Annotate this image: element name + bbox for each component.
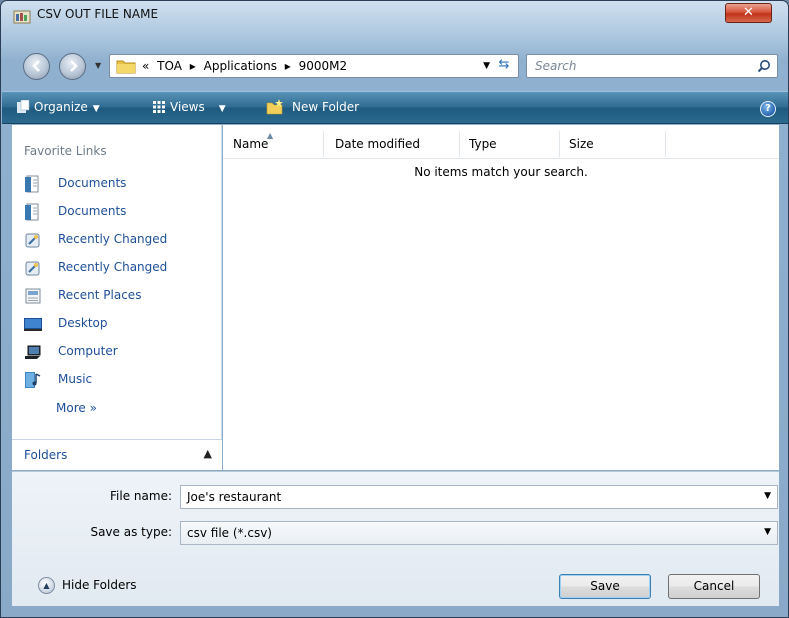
sidebar-item-documents[interactable]: Documents [24, 201, 220, 223]
file-name-label: File name: [110, 489, 172, 503]
sidebar-item-label: Computer [58, 344, 118, 358]
save-as-type-label: Save as type: [90, 525, 172, 539]
address-bar[interactable]: « TOA ▸ Applications ▸ 9000M2 ▼ ⇆ [109, 54, 519, 78]
documents-icon [25, 175, 39, 193]
back-arrow-icon [32, 60, 40, 72]
search-icon[interactable] [757, 59, 771, 73]
breadcrumb-9000m2[interactable]: 9000M2 [299, 59, 348, 73]
close-button[interactable]: ✕ [725, 3, 772, 23]
sidebar-item-computer[interactable]: Computer [24, 341, 220, 363]
save-as-type-select[interactable]: csv file (*.csv) ▼ [180, 521, 778, 545]
column-divider[interactable] [559, 131, 560, 157]
breadcrumb-separator[interactable]: ▸ [190, 59, 196, 73]
column-header-type[interactable]: Type [469, 137, 497, 151]
sidebar-item-recently-changed[interactable]: Recently Changed [24, 229, 220, 251]
address-dropdown-icon[interactable]: ▼ [483, 61, 490, 71]
title-bar[interactable]: CSV OUT FILE NAME ✕ [1, 1, 788, 33]
sidebar-item-label: Recently Changed [58, 260, 168, 274]
column-divider[interactable] [459, 131, 460, 157]
column-header-size[interactable]: Size [569, 137, 594, 151]
new-folder-icon [266, 99, 283, 115]
hide-folders-label: Hide Folders [62, 578, 137, 592]
breadcrumb-applications[interactable]: Applications [204, 59, 277, 73]
sidebar-item-desktop[interactable]: Desktop [24, 313, 220, 335]
file-name-value[interactable]: Joe's restaurant [187, 490, 281, 504]
search-box[interactable]: Search [526, 54, 778, 78]
forward-button[interactable] [59, 53, 86, 80]
recent-places-icon [25, 288, 41, 304]
recent-pages-dropdown[interactable]: ▼ [95, 61, 101, 70]
app-icon [13, 10, 31, 24]
new-folder-button[interactable]: New Folder [292, 100, 359, 114]
sidebar-item-label: Recently Changed [58, 232, 168, 246]
chevron-down-icon[interactable]: ▼ [764, 527, 771, 537]
views-icon [153, 101, 165, 113]
recently-changed-icon [25, 261, 40, 276]
column-divider[interactable] [323, 131, 324, 157]
column-header-date-modified[interactable]: Date modified [335, 137, 420, 151]
sidebar-item-label: Recent Places [58, 288, 142, 302]
window-title: CSV OUT FILE NAME [37, 7, 159, 21]
forward-arrow-icon [70, 60, 78, 72]
views-menu[interactable]: Views ▼ [170, 100, 226, 114]
column-headers: Name ▲ Date modified Type Size [223, 125, 779, 159]
computer-icon [25, 345, 41, 359]
back-button[interactable] [23, 53, 50, 80]
navigation-pane: Favorite Links Documents Documents Recen… [12, 125, 222, 470]
recently-changed-icon [25, 233, 40, 248]
organize-icon [17, 100, 30, 113]
sidebar-item-recently-changed[interactable]: Recently Changed [24, 257, 220, 279]
sidebar-item-label: Documents [58, 204, 127, 218]
views-label: Views [170, 100, 205, 114]
help-icon[interactable]: ? [760, 101, 776, 117]
breadcrumb-overflow[interactable]: « [142, 59, 149, 73]
breadcrumb-separator[interactable]: ▸ [285, 59, 291, 73]
refresh-icon[interactable]: ⇆ [494, 57, 514, 75]
sidebar-item-recent-places[interactable]: Recent Places [24, 285, 220, 307]
sidebar-item-label: Documents [58, 176, 127, 190]
close-icon: ✕ [743, 5, 754, 20]
music-icon [25, 372, 41, 388]
folders-toggle[interactable]: Folders ▲ [12, 439, 222, 470]
command-toolbar: Organize ▼ Views ▼ New Folder ? [2, 91, 788, 124]
chevron-down-icon[interactable]: ▼ [764, 491, 771, 501]
chevron-down-icon: ▼ [92, 104, 100, 114]
chevron-up-icon: ▲ [203, 447, 212, 460]
organize-menu[interactable]: Organize ▼ [34, 100, 100, 114]
sidebar-item-label: Desktop [58, 316, 108, 330]
organize-label: Organize [34, 100, 88, 114]
documents-icon [25, 203, 39, 221]
file-list-pane: Name ▲ Date modified Type Size No items … [223, 125, 779, 470]
save-button[interactable]: Save [559, 574, 651, 599]
sidebar-item-label: Music [58, 372, 93, 386]
chevron-down-icon: ▼ [218, 104, 226, 114]
desktop-icon [24, 318, 42, 331]
column-divider[interactable] [665, 131, 666, 157]
collapse-up-icon: ▲ [38, 577, 55, 594]
file-name-field[interactable]: Joe's restaurant ▼ [180, 485, 778, 509]
save-options-panel: File name: Joe's restaurant ▼ Save as ty… [12, 471, 779, 606]
save-dialog-window: CSV OUT FILE NAME ✕ ▼ « TOA ▸ Applicatio… [0, 0, 789, 618]
folder-icon [116, 60, 136, 74]
breadcrumb: « TOA ▸ Applications ▸ 9000M2 [142, 59, 351, 73]
favorite-links-header: Favorite Links [24, 144, 107, 158]
sidebar-item-music[interactable]: Music [24, 369, 220, 391]
search-input[interactable]: Search [535, 59, 577, 73]
sort-ascending-icon: ▲ [267, 131, 274, 140]
save-as-type-value: csv file (*.csv) [187, 526, 272, 540]
column-header-name[interactable]: Name [233, 137, 268, 151]
more-links-button[interactable]: More » [56, 401, 97, 415]
empty-list-message: No items match your search. [414, 165, 588, 179]
folders-label: Folders [24, 448, 68, 462]
cancel-button[interactable]: Cancel [668, 574, 760, 599]
sidebar-item-documents[interactable]: Documents [24, 173, 220, 195]
breadcrumb-toa[interactable]: TOA [157, 59, 182, 73]
